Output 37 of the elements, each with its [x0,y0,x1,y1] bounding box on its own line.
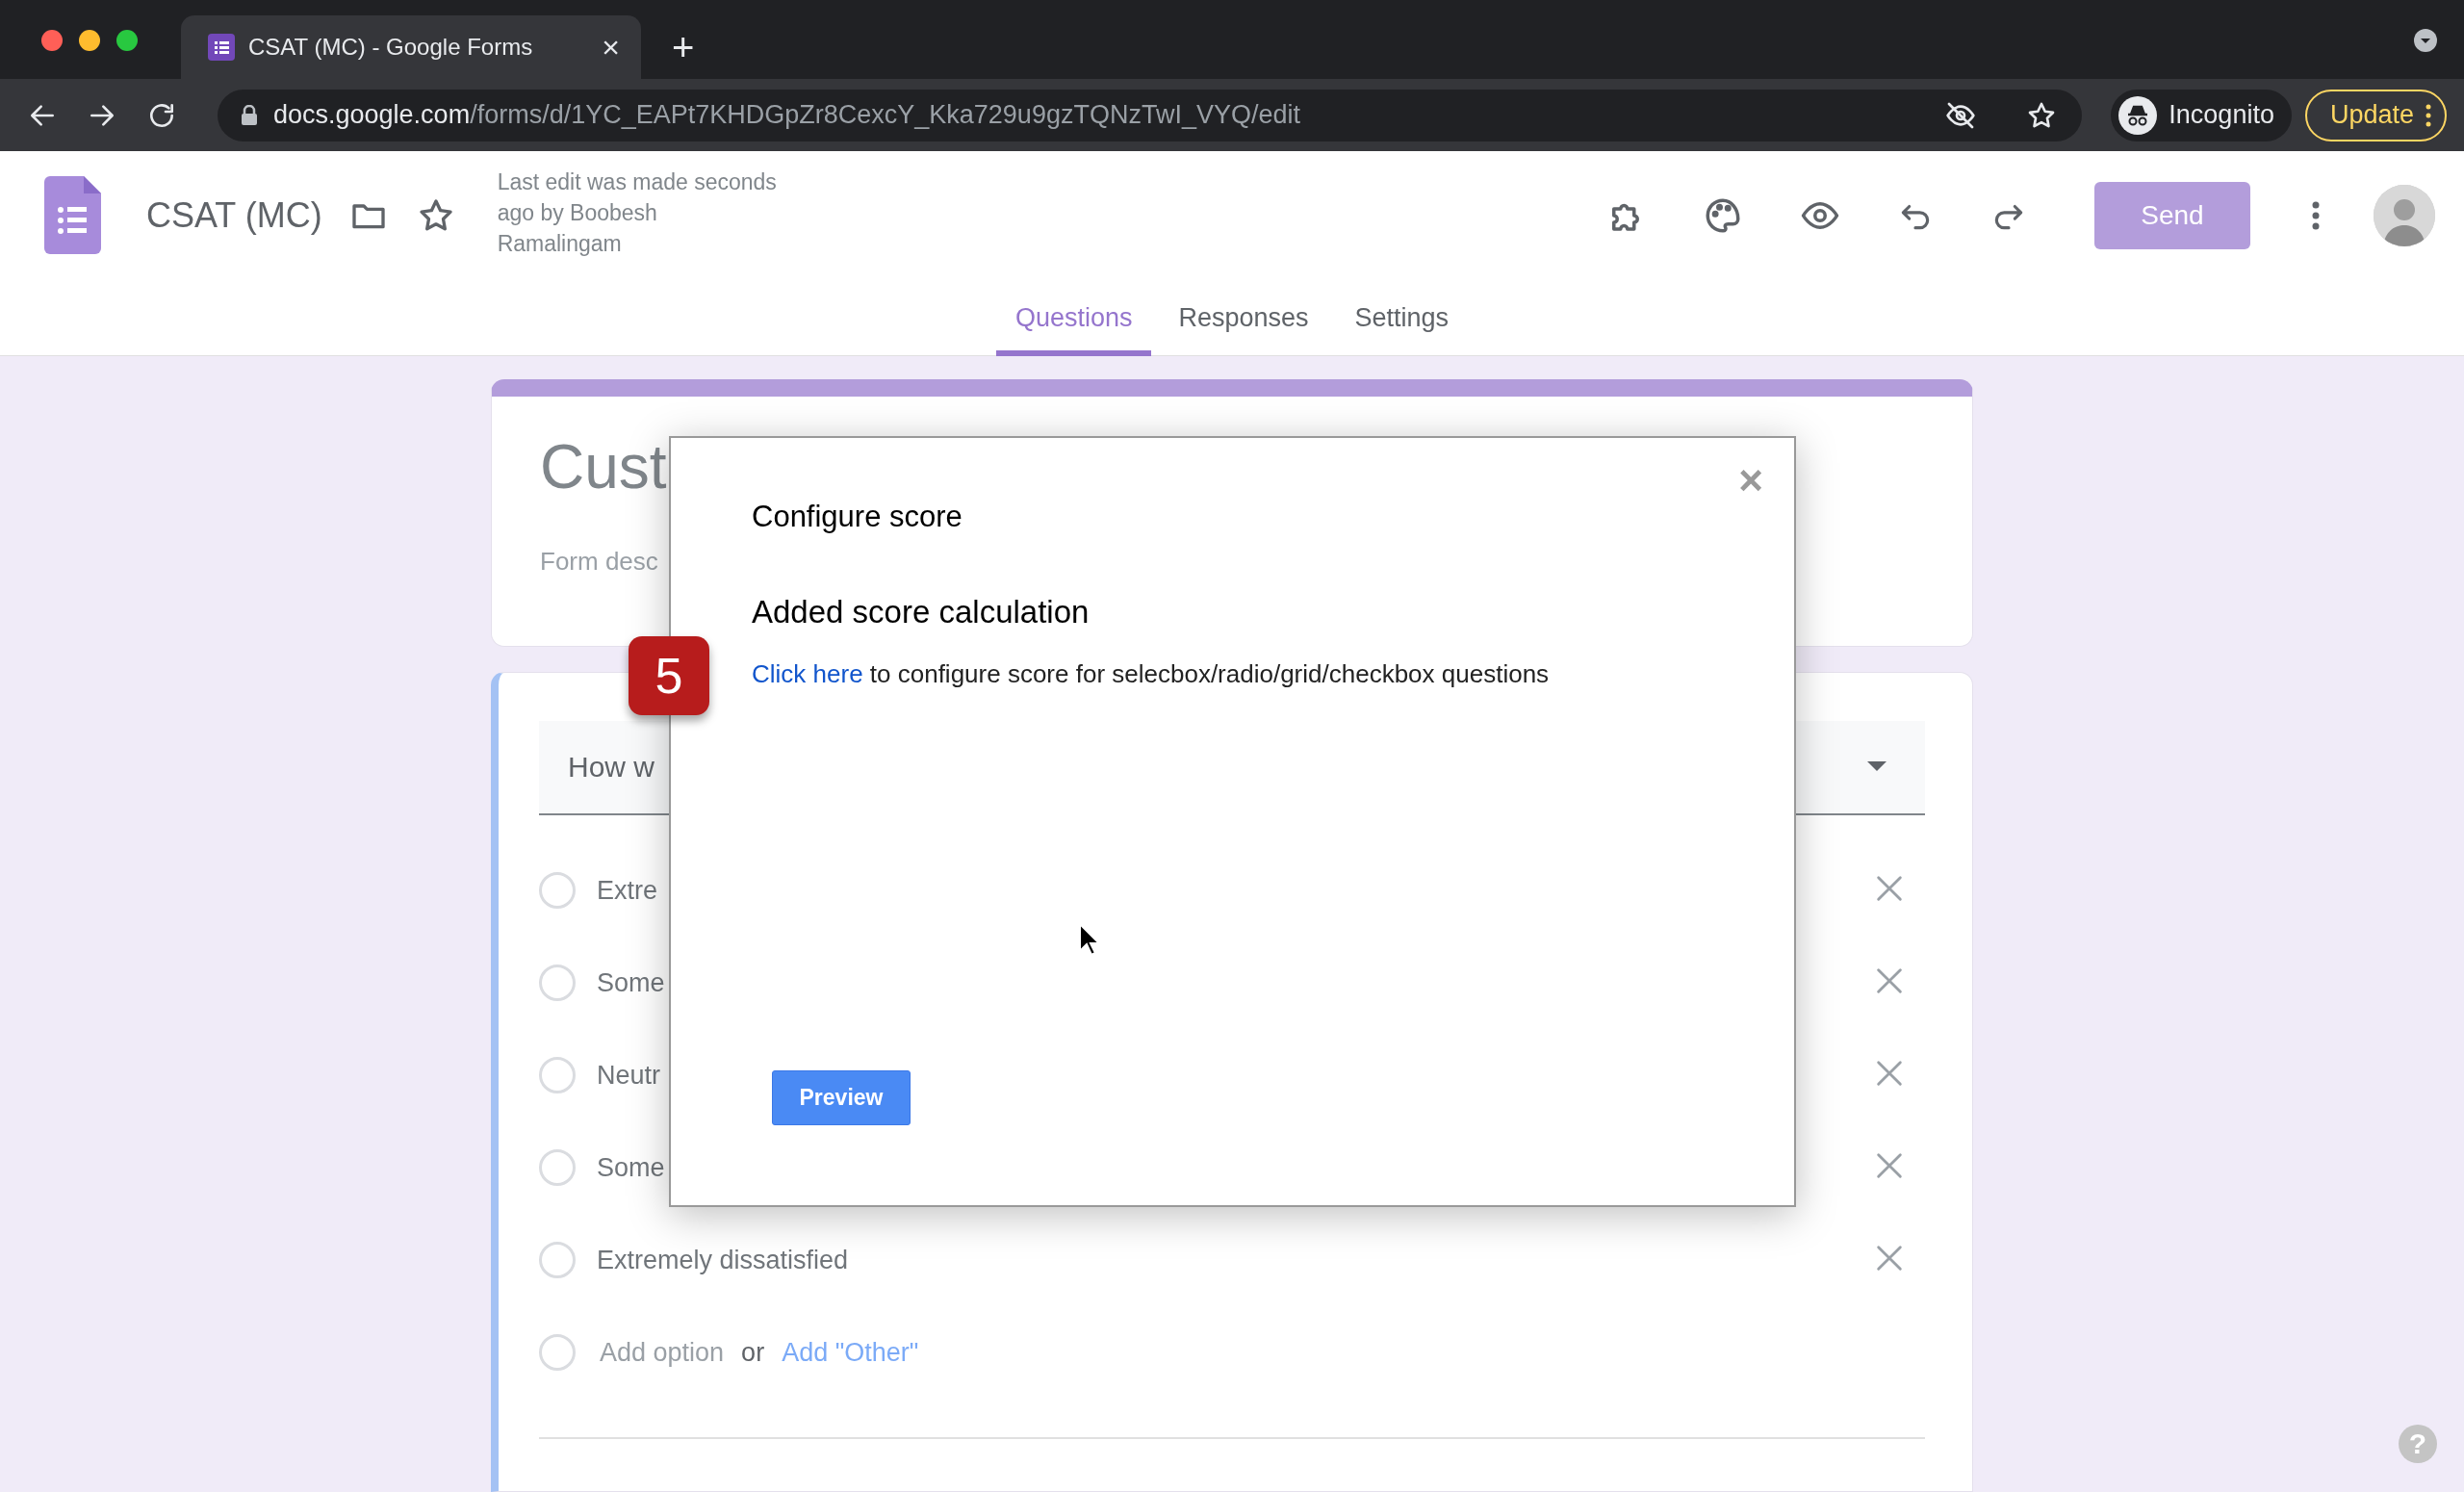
radio-button[interactable] [539,1242,576,1278]
radio-button[interactable] [539,872,576,909]
tab-search-icon[interactable] [2414,29,2437,52]
dialog-heading: Added score calculation [752,594,1091,630]
dialog-text: Click here to configure score for selecbox/radio/grid/checkbox questions [752,659,1551,689]
or-label: or [741,1337,765,1368]
profile-button[interactable]: Incognito [2111,89,2292,141]
url-text: docs.google.com/forms/d/1YC_EAPt7KHDGpZr8CexcY_Kka729u9gzTQNzTwI_VYQ/edit [273,100,1301,130]
forms-logo-icon[interactable] [44,176,101,254]
radio-button[interactable] [539,965,576,1001]
dialog-title: Configure score [752,500,963,534]
option-label[interactable]: Extremely dissatisfied [597,1245,1873,1275]
forms-icon [208,34,235,61]
minimize-window-button[interactable] [79,30,100,51]
incognito-icon [2118,95,2158,135]
profile-label: Incognito [2169,100,2274,130]
address-bar[interactable]: docs.google.com/forms/d/1YC_EAPt7KHDGpZr8CexcY_Kka729u9gzTQNzTwI_VYQ/edit [218,89,2083,141]
close-tab-button[interactable]: × [602,32,620,63]
form-tab[interactable]: Settings [1335,279,1469,356]
lock-icon [241,104,258,126]
update-button[interactable]: Update [2304,89,2447,141]
radio-button[interactable] [539,1057,576,1093]
caret-icon[interactable] [1867,761,1886,771]
more-icon[interactable] [2312,200,2320,230]
tab-title: CSAT (MC) - Google Forms [248,34,534,61]
form-name[interactable]: CSAT (MC) [146,194,322,236]
new-tab-button[interactable]: + [666,27,701,67]
more-icon [2426,103,2431,127]
form-tab[interactable]: Responses [1159,279,1328,356]
close-window-button[interactable] [41,30,63,51]
preview-button[interactable]: Preview [772,1070,911,1125]
click-here-link[interactable]: Click here [752,659,863,688]
last-edit-note[interactable]: Last edit was made seconds ago by Boobesh Ramalingam [497,166,777,259]
browser-tab[interactable]: CSAT (MC) - Google Forms × [181,15,641,79]
maximize-window-button[interactable] [116,30,138,51]
radio-button[interactable] [539,1149,576,1186]
step-badge: 5 [629,636,709,715]
